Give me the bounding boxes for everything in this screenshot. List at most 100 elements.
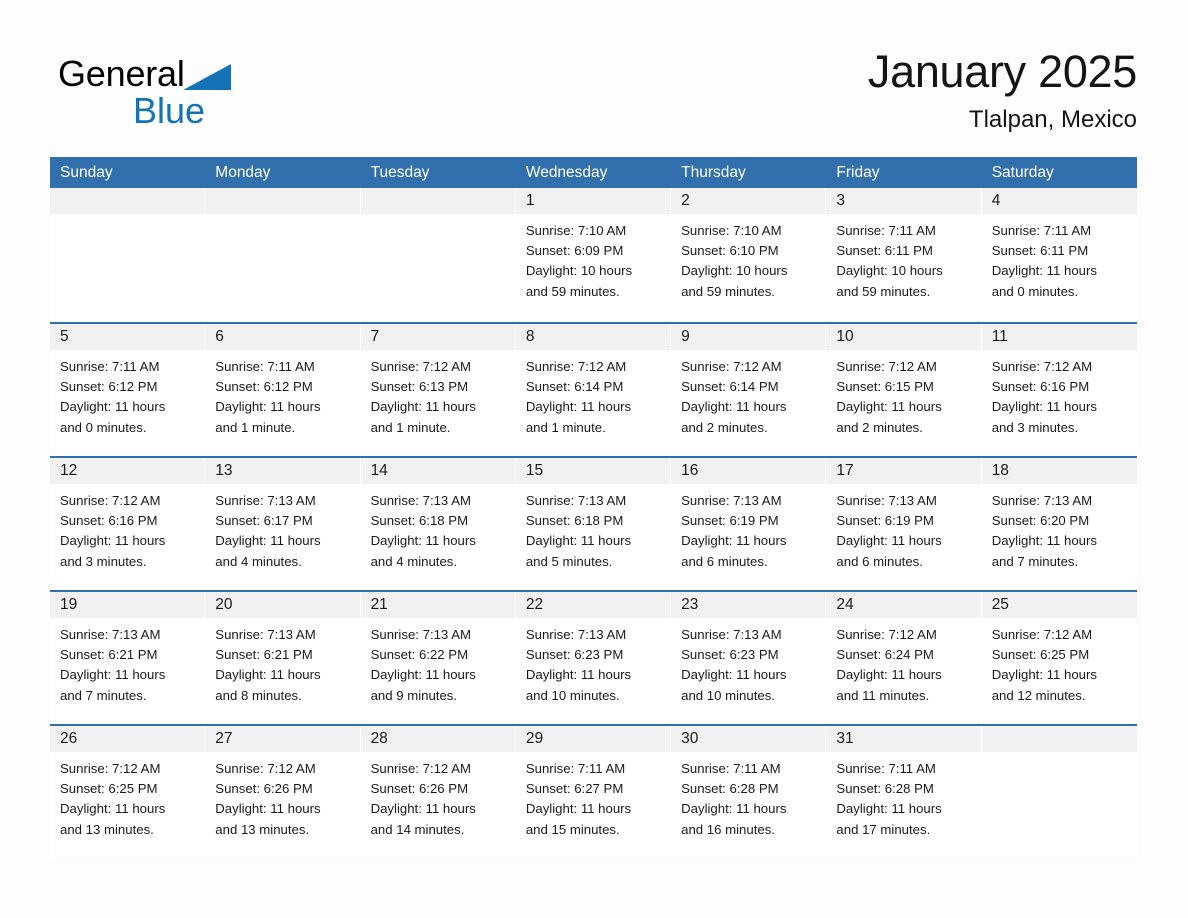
day-cell[interactable]: 5 Sunrise: 7:11 AM Sunset: 6:12 PM Dayli… xyxy=(50,324,206,456)
sunrise-text: Sunrise: 7:11 AM xyxy=(836,223,936,238)
sunset-text: Sunset: 6:19 PM xyxy=(681,513,779,529)
day-cell[interactable] xyxy=(50,188,206,322)
day-details: Sunrise: 7:13 AM Sunset: 6:23 PM Dayligh… xyxy=(671,618,826,706)
day-cell[interactable]: 15 Sunrise: 7:13 AM Sunset: 6:18 PM Dayl… xyxy=(515,458,672,590)
week-row: 19 Sunrise: 7:13 AM Sunset: 6:21 PM Dayl… xyxy=(50,590,1137,724)
day-cell[interactable] xyxy=(360,188,516,322)
day-cell[interactable]: 19 Sunrise: 7:13 AM Sunset: 6:21 PM Dayl… xyxy=(50,592,206,724)
day-cell[interactable]: 28 Sunrise: 7:12 AM Sunset: 6:26 PM Dayl… xyxy=(360,726,516,858)
day-cell[interactable]: 30 Sunrise: 7:11 AM Sunset: 6:28 PM Dayl… xyxy=(671,726,827,858)
day-cell[interactable]: 27 Sunrise: 7:12 AM Sunset: 6:26 PM Dayl… xyxy=(205,726,361,858)
sunrise-text: Sunrise: 7:12 AM xyxy=(60,761,161,776)
daylight-text-line2: and 15 minutes. xyxy=(525,821,620,837)
day-cell[interactable]: 17 Sunrise: 7:13 AM Sunset: 6:19 PM Dayl… xyxy=(826,458,982,590)
day-details: Sunrise: 7:12 AM Sunset: 6:14 PM Dayligh… xyxy=(671,350,826,438)
day-cell[interactable]: 1 Sunrise: 7:10 AM Sunset: 6:09 PM Dayli… xyxy=(515,188,672,322)
day-cell[interactable]: 18 Sunrise: 7:13 AM Sunset: 6:20 PM Dayl… xyxy=(981,458,1137,590)
brand-logo-bottom-row: Blue xyxy=(58,90,318,132)
day-cell[interactable]: 10 Sunrise: 7:12 AM Sunset: 6:15 PM Dayl… xyxy=(826,324,982,456)
day-cell[interactable]: 24 Sunrise: 7:12 AM Sunset: 6:24 PM Dayl… xyxy=(826,592,982,724)
sunrise-text: Sunrise: 7:13 AM xyxy=(836,493,937,508)
day-number-strip: 25 xyxy=(981,592,1137,618)
day-details: Sunrise: 7:11 AM Sunset: 6:11 PM Dayligh… xyxy=(982,214,1137,302)
sunrise-text: Sunrise: 7:13 AM xyxy=(991,493,1093,508)
brand-logo[interactable]: General Blue xyxy=(58,52,318,138)
day-number-strip xyxy=(360,188,516,214)
sunset-text: Sunset: 6:18 PM xyxy=(370,513,469,529)
daylight-text-line2: and 14 minutes. xyxy=(370,821,465,837)
daylight-text-line2: and 3 minutes. xyxy=(60,553,147,569)
day-cell[interactable]: 12 Sunrise: 7:12 AM Sunset: 6:16 PM Dayl… xyxy=(50,458,206,590)
day-cell[interactable]: 29 Sunrise: 7:11 AM Sunset: 6:27 PM Dayl… xyxy=(515,726,672,858)
day-number: 19 xyxy=(60,596,78,613)
day-number: 14 xyxy=(370,462,388,479)
page-title: January 2025 xyxy=(867,46,1137,97)
daylight-text-line1: Daylight: 11 hours xyxy=(60,399,166,415)
daylight-text-line1: Daylight: 11 hours xyxy=(60,533,166,549)
day-cell[interactable]: 26 Sunrise: 7:12 AM Sunset: 6:25 PM Dayl… xyxy=(50,726,206,858)
weekday-header-wednesday: Wednesday xyxy=(525,164,608,181)
day-number-strip: 10 xyxy=(826,324,982,350)
daylight-text-line1: Daylight: 11 hours xyxy=(525,667,632,683)
day-cell[interactable]: 7 Sunrise: 7:12 AM Sunset: 6:13 PM Dayli… xyxy=(360,324,516,456)
sunset-text: Sunset: 6:16 PM xyxy=(60,513,158,529)
daylight-text-line2: and 6 minutes. xyxy=(681,553,768,569)
daylight-text-line2: and 6 minutes. xyxy=(836,553,923,569)
daylight-text-line2: and 4 minutes. xyxy=(215,553,302,569)
day-details: Sunrise: 7:11 AM Sunset: 6:12 PM Dayligh… xyxy=(50,350,205,438)
day-cell[interactable]: 23 Sunrise: 7:13 AM Sunset: 6:23 PM Dayl… xyxy=(671,592,827,724)
sunset-text: Sunset: 6:14 PM xyxy=(681,379,779,395)
day-cell[interactable]: 2 Sunrise: 7:10 AM Sunset: 6:10 PM Dayli… xyxy=(671,188,827,322)
day-cell[interactable]: 11 Sunrise: 7:12 AM Sunset: 6:16 PM Dayl… xyxy=(981,324,1137,456)
title-block: January 2025 Tlalpan, Mexico xyxy=(868,44,1137,136)
day-details: Sunrise: 7:13 AM Sunset: 6:22 PM Dayligh… xyxy=(361,618,516,706)
sunrise-text: Sunrise: 7:12 AM xyxy=(991,359,1093,374)
day-cell[interactable]: 20 Sunrise: 7:13 AM Sunset: 6:21 PM Dayl… xyxy=(205,592,361,724)
daylight-text-line1: Daylight: 11 hours xyxy=(215,533,321,549)
day-cell[interactable]: 22 Sunrise: 7:13 AM Sunset: 6:23 PM Dayl… xyxy=(515,592,672,724)
sunrise-text: Sunrise: 7:11 AM xyxy=(836,761,936,776)
day-number: 2 xyxy=(681,192,690,209)
day-details: Sunrise: 7:11 AM Sunset: 6:12 PM Dayligh… xyxy=(205,350,360,438)
weekday-header-thursday: Thursday xyxy=(681,164,746,181)
day-details: Sunrise: 7:10 AM Sunset: 6:09 PM Dayligh… xyxy=(516,214,671,302)
sunset-text: Sunset: 6:11 PM xyxy=(836,243,933,259)
day-cell[interactable]: 13 Sunrise: 7:13 AM Sunset: 6:17 PM Dayl… xyxy=(205,458,361,590)
day-cell[interactable]: 3 Sunrise: 7:11 AM Sunset: 6:11 PM Dayli… xyxy=(826,188,982,322)
day-number-strip: 9 xyxy=(671,324,827,350)
day-cell[interactable]: 31 Sunrise: 7:11 AM Sunset: 6:28 PM Dayl… xyxy=(826,726,982,858)
sunrise-text: Sunrise: 7:13 AM xyxy=(370,493,471,508)
day-number-strip: 30 xyxy=(671,726,827,752)
day-details: Sunrise: 7:11 AM Sunset: 6:27 PM Dayligh… xyxy=(516,752,671,840)
day-cell[interactable]: 6 Sunrise: 7:11 AM Sunset: 6:12 PM Dayli… xyxy=(205,324,361,456)
day-cell[interactable] xyxy=(205,188,361,322)
day-number-strip: 26 xyxy=(50,726,206,752)
day-cell[interactable]: 9 Sunrise: 7:12 AM Sunset: 6:14 PM Dayli… xyxy=(671,324,827,456)
day-number-strip: 18 xyxy=(981,458,1137,484)
day-cell[interactable]: 16 Sunrise: 7:13 AM Sunset: 6:19 PM Dayl… xyxy=(671,458,827,590)
daylight-text-line2: and 7 minutes. xyxy=(60,687,147,703)
day-cell[interactable]: 4 Sunrise: 7:11 AM Sunset: 6:11 PM Dayli… xyxy=(981,188,1137,322)
day-cell[interactable]: 21 Sunrise: 7:13 AM Sunset: 6:22 PM Dayl… xyxy=(360,592,516,724)
day-number: 29 xyxy=(525,730,544,747)
day-number: 18 xyxy=(991,462,1009,479)
daylight-text-line1: Daylight: 11 hours xyxy=(681,801,787,817)
day-details: Sunrise: 7:13 AM Sunset: 6:21 PM Dayligh… xyxy=(50,618,205,706)
day-cell[interactable]: 14 Sunrise: 7:13 AM Sunset: 6:18 PM Dayl… xyxy=(360,458,516,590)
day-cell[interactable]: 8 Sunrise: 7:12 AM Sunset: 6:14 PM Dayli… xyxy=(515,324,672,456)
daylight-text-line2: and 1 minute. xyxy=(370,419,451,435)
day-details xyxy=(361,214,516,221)
weekday-header-monday: Monday xyxy=(215,164,271,181)
day-cell[interactable] xyxy=(981,726,1137,858)
day-details: Sunrise: 7:13 AM Sunset: 6:17 PM Dayligh… xyxy=(205,484,360,572)
day-number: 21 xyxy=(370,596,388,613)
day-number-strip xyxy=(205,188,361,214)
brand-name-blue: Blue xyxy=(133,90,206,131)
sunset-text: Sunset: 6:27 PM xyxy=(525,781,624,797)
daylight-text-line2: and 3 minutes. xyxy=(991,419,1079,435)
sunset-text: Sunset: 6:23 PM xyxy=(681,647,779,663)
day-number-strip: 20 xyxy=(205,592,361,618)
day-details: Sunrise: 7:12 AM Sunset: 6:13 PM Dayligh… xyxy=(361,350,516,438)
sunrise-text: Sunrise: 7:12 AM xyxy=(836,627,937,642)
day-cell[interactable]: 25 Sunrise: 7:12 AM Sunset: 6:25 PM Dayl… xyxy=(981,592,1137,724)
